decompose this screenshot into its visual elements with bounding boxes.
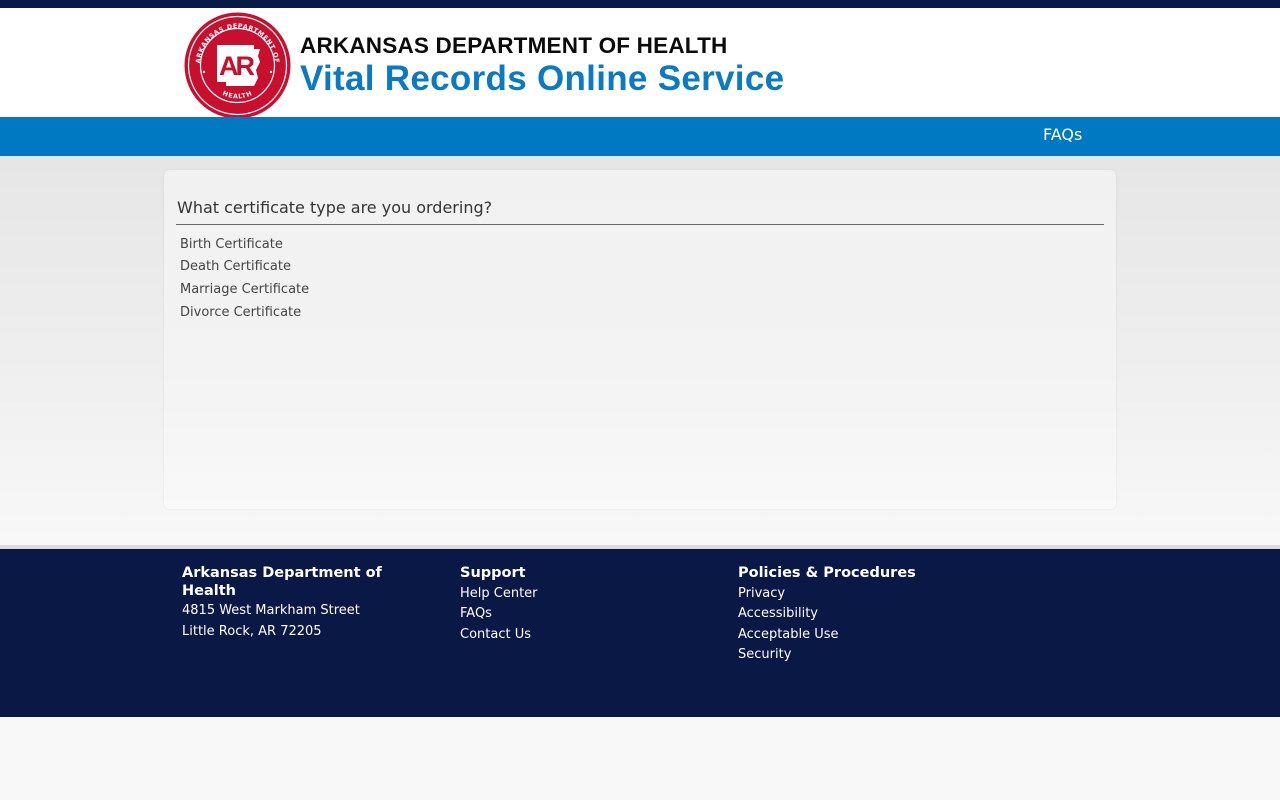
site-header: ARKANSAS DEPARTMENT OF HEALTH AR ARKANSA… [0,8,1280,119]
certificate-type-panel: What certificate type are you ordering? … [164,170,1116,509]
footer-link-acceptable-use[interactable]: Acceptable Use [738,627,839,642]
question-divider [176,224,1104,225]
footer-link-contact-us[interactable]: Contact Us [460,627,531,642]
ar-health-seal-logo[interactable]: ARKANSAS DEPARTMENT OF HEALTH AR [184,12,291,119]
seal-graphic: ARKANSAS DEPARTMENT OF HEALTH AR [184,12,291,119]
footer-link-security[interactable]: Security [738,647,791,662]
option-birth-certificate[interactable]: Birth Certificate [180,237,283,252]
nav-faqs-link[interactable]: FAQs [1043,125,1082,144]
certificate-type-question: What certificate type are you ordering? [177,198,493,217]
footer-link-help-center[interactable]: Help Center [460,586,538,601]
footer-address-line1: 4815 West Markham Street [182,603,360,618]
svg-text:AR: AR [219,51,254,81]
service-title: Vital Records Online Service [300,59,785,98]
option-divorce-certificate[interactable]: Divorce Certificate [180,305,301,320]
top-accent-bar [0,0,1280,8]
footer-support-heading: Support [460,565,526,581]
footer-link-accessibility[interactable]: Accessibility [738,606,818,621]
nav-bar: FAQs [0,117,1280,156]
site-footer: Arkansas Department of Health 4815 West … [0,549,1280,717]
option-death-certificate[interactable]: Death Certificate [180,259,291,274]
footer-org-heading: Arkansas Department of Health [182,565,382,599]
footer-link-privacy[interactable]: Privacy [738,586,785,601]
footer-address-line2: Little Rock, AR 72205 [182,624,322,639]
option-marriage-certificate[interactable]: Marriage Certificate [180,282,309,297]
org-title: ARKANSAS DEPARTMENT OF HEALTH [300,33,728,58]
footer-policies-heading: Policies & Procedures [738,565,916,581]
footer-link-faqs[interactable]: FAQs [460,606,492,621]
